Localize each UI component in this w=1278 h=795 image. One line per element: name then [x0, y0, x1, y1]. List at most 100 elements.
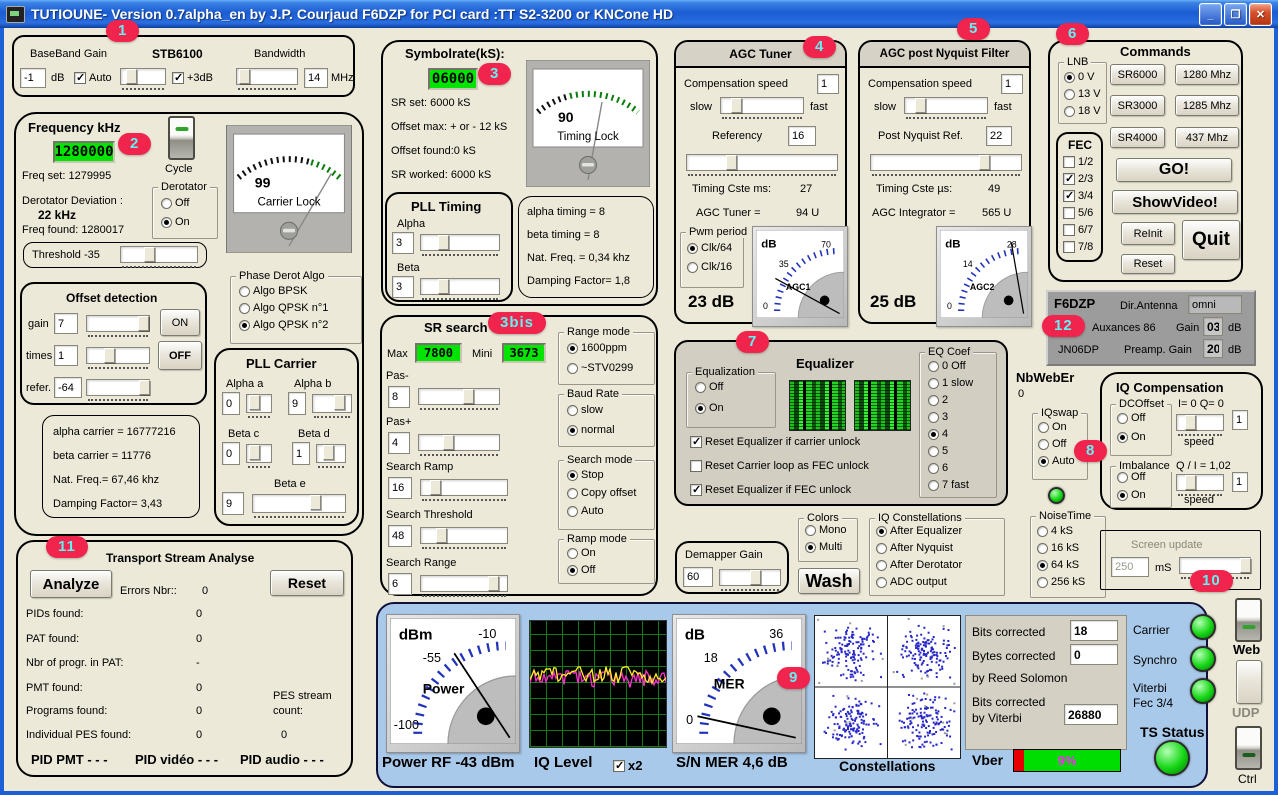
- slider-thumb[interactable]: [463, 389, 474, 404]
- algo-qpsk2-radio[interactable]: [239, 320, 250, 331]
- slider-thumb[interactable]: [488, 576, 499, 591]
- sr-mini-value[interactable]: 3673: [502, 343, 546, 363]
- slider-thumb[interactable]: [249, 395, 260, 410]
- slider-thumb[interactable]: [334, 395, 345, 410]
- dcoffset-speed-slider[interactable]: [1176, 414, 1224, 431]
- slider-thumb[interactable]: [438, 279, 449, 294]
- symbolrate-value[interactable]: 06000: [428, 68, 478, 90]
- baseband-gain-field[interactable]: [20, 68, 46, 88]
- slider-thumb[interactable]: [915, 98, 926, 113]
- offset-refer-slider[interactable]: [86, 379, 150, 396]
- cycle-switch[interactable]: [168, 116, 195, 160]
- search-auto-radio[interactable]: [567, 506, 578, 517]
- fec-56-checkbox[interactable]: [1063, 207, 1075, 219]
- auto-checkbox[interactable]: [74, 72, 86, 84]
- sr6000-button[interactable]: SR6000: [1110, 64, 1165, 85]
- post-nyquist-slider[interactable]: [870, 154, 1022, 171]
- bytes-corrected-field[interactable]: [1070, 644, 1118, 665]
- reinit-button[interactable]: ReInit: [1121, 222, 1175, 245]
- nyq-comp-speed-field[interactable]: [1001, 74, 1023, 94]
- pll-alpha-slider[interactable]: [420, 234, 500, 251]
- sr4000-button[interactable]: SR4000: [1110, 127, 1165, 148]
- search-range-slider[interactable]: [420, 575, 508, 592]
- post-nyquist-ref-field[interactable]: [986, 126, 1012, 146]
- colors-multi-radio[interactable]: [805, 542, 816, 553]
- mhz1280-button[interactable]: 1280 Mhz: [1175, 64, 1239, 85]
- slider-thumb[interactable]: [249, 445, 260, 460]
- title-bar[interactable]: TUTIOUNE- Version 0.7alpha_en by J.P. Co…: [0, 0, 1278, 28]
- iqswap-auto-radio[interactable]: [1038, 456, 1049, 467]
- lnb-0v-radio[interactable]: [1064, 72, 1075, 83]
- preamp-field[interactable]: [1203, 339, 1223, 358]
- frequency-value[interactable]: 1280000: [53, 141, 115, 163]
- slider-thumb[interactable]: [104, 348, 115, 363]
- plus3db-checkbox[interactable]: [172, 72, 184, 84]
- search-threshold-field[interactable]: [388, 525, 412, 547]
- slider-thumb[interactable]: [138, 316, 149, 331]
- fec-78-checkbox[interactable]: [1063, 241, 1075, 253]
- offset-on-button[interactable]: ON: [160, 309, 200, 336]
- ramp-off-radio[interactable]: [567, 565, 578, 576]
- viterbi-bits-field[interactable]: [1064, 704, 1118, 725]
- ctrl-switch[interactable]: [1235, 726, 1262, 770]
- sr-max-value[interactable]: 7800: [415, 343, 462, 363]
- pas-plus-slider[interactable]: [418, 434, 500, 451]
- demapper-gain-slider[interactable]: [719, 569, 781, 586]
- slider-thumb[interactable]: [139, 380, 150, 395]
- pas-plus-field[interactable]: [388, 432, 410, 454]
- eqcoef-2-radio[interactable]: [928, 395, 939, 406]
- bandwidth-field[interactable]: [304, 68, 328, 88]
- alpha-b-field[interactable]: [288, 392, 306, 415]
- lnb-18v-radio[interactable]: [1064, 106, 1075, 117]
- derotator-on-radio[interactable]: [161, 217, 172, 228]
- search-copy-radio[interactable]: [567, 488, 578, 499]
- nyq-comp-speed-slider[interactable]: [904, 97, 988, 114]
- slider-thumb[interactable]: [323, 445, 334, 460]
- slider-thumb[interactable]: [750, 570, 761, 585]
- slider-thumb[interactable]: [126, 69, 137, 84]
- ramp-on-radio[interactable]: [567, 548, 578, 559]
- beta-d-slider[interactable]: [316, 444, 346, 463]
- analyze-button[interactable]: Analyze: [30, 570, 112, 598]
- slider-thumb[interactable]: [239, 69, 250, 84]
- dcoffset-off-radio[interactable]: [1117, 413, 1128, 424]
- pas-minus-field[interactable]: [388, 386, 410, 408]
- quit-button[interactable]: Quit: [1182, 220, 1240, 260]
- offset-gain-field[interactable]: [54, 313, 78, 334]
- imbalance-speed-field[interactable]: [1232, 472, 1248, 492]
- eqcoef-0-radio[interactable]: [928, 361, 939, 372]
- beta-e-field[interactable]: [222, 492, 244, 515]
- bits-corrected-field[interactable]: [1070, 620, 1118, 641]
- const-adc-radio[interactable]: [876, 577, 887, 588]
- slider-thumb[interactable]: [436, 528, 447, 543]
- showvideo-button[interactable]: ShowVideo!: [1112, 190, 1238, 214]
- slider-thumb[interactable]: [443, 435, 454, 450]
- clk64-radio[interactable]: [687, 243, 698, 254]
- reset-eq-carrier-checkbox[interactable]: [690, 436, 702, 448]
- lnb-13v-radio[interactable]: [1064, 89, 1075, 100]
- slider-thumb[interactable]: [1240, 558, 1251, 573]
- beta-c-slider[interactable]: [246, 444, 272, 463]
- search-ramp-field[interactable]: [388, 477, 412, 499]
- beta-d-field[interactable]: [292, 442, 310, 465]
- reset-carrier-fec-checkbox[interactable]: [690, 460, 702, 472]
- alpha-b-slider[interactable]: [312, 394, 352, 413]
- slider-thumb[interactable]: [731, 98, 742, 113]
- pll-alpha-field[interactable]: [392, 232, 414, 254]
- dcoffset-speed-field[interactable]: [1232, 410, 1248, 430]
- noise-4ks-radio[interactable]: [1037, 526, 1048, 537]
- screen-update-field[interactable]: [1111, 557, 1149, 577]
- slider-thumb[interactable]: [430, 480, 441, 495]
- threshold-slider[interactable]: [120, 246, 198, 263]
- equalization-on-radio[interactable]: [695, 403, 706, 414]
- pas-minus-slider[interactable]: [418, 388, 500, 405]
- udp-button[interactable]: [1236, 660, 1262, 704]
- slider-thumb[interactable]: [1185, 475, 1196, 490]
- baud-slow-radio[interactable]: [567, 405, 578, 416]
- sr3000-button[interactable]: SR3000: [1110, 95, 1165, 116]
- offset-refer-field[interactable]: [54, 377, 82, 398]
- web-switch[interactable]: [1235, 598, 1262, 642]
- algo-bpsk-radio[interactable]: [239, 286, 250, 297]
- pll-beta-slider[interactable]: [420, 278, 500, 295]
- offset-times-slider[interactable]: [86, 347, 150, 364]
